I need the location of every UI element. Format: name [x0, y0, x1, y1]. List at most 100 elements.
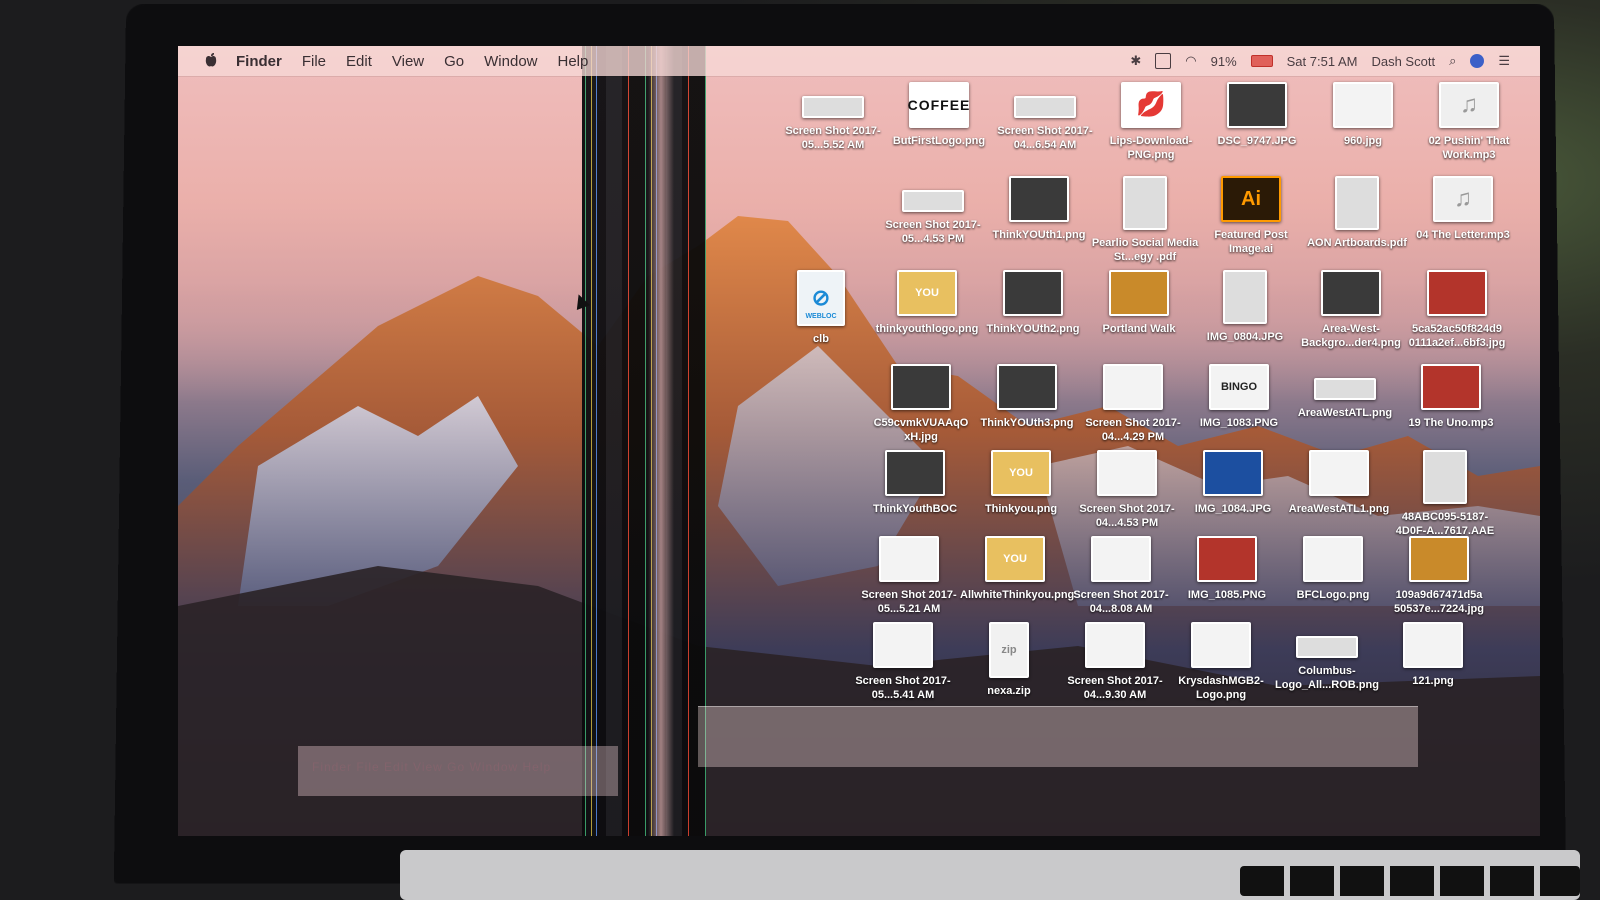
desktop-icon-label: Screen Shot 2017-05...5.21 AM: [861, 589, 957, 615]
desktop-icon-label: ButFirstLogo.png: [892, 135, 986, 147]
desktop-icon[interactable]: ThinkYouthBOC: [860, 450, 970, 516]
desktop-icon[interactable]: IMG_1085.PNG: [1172, 536, 1282, 602]
menu-edit[interactable]: Edit: [346, 53, 372, 70]
desktop-icon[interactable]: 960.jpg: [1308, 82, 1418, 148]
desktop-icon[interactable]: DSC_9747.JPG: [1202, 82, 1312, 148]
desktop-icon-label: ThinkYouthBOC: [872, 503, 958, 515]
image-thumbnail-icon: YOU: [985, 536, 1045, 582]
audio-file-icon: ♫: [1433, 176, 1493, 222]
desktop-icon-label: 04 The Letter.mp3: [1416, 229, 1510, 241]
user-name[interactable]: Dash Scott: [1371, 54, 1435, 69]
desktop-icon[interactable]: C59cvmkVUAAqO xH.jpg: [866, 364, 976, 444]
airplay-icon[interactable]: [1155, 53, 1172, 69]
image-thumbnail-icon: [1103, 364, 1163, 410]
desktop-icon-label: 109a9d67471d5a 50537e...7224.jpg: [1394, 589, 1484, 615]
icon-glyph: COFFEE: [907, 97, 971, 113]
screen: Finder File Edit View Go Window Help ✱ ◠…: [178, 46, 1540, 836]
desktop-icon[interactable]: Screen Shot 2017-05...5.21 AM: [854, 536, 964, 616]
desktop-icon-label: Thinkyou.png: [984, 503, 1058, 515]
image-thumbnail-icon: [1403, 622, 1463, 668]
desktop-icon-label: 48ABC095-5187-4D0F-A...7617.AAE: [1395, 511, 1495, 537]
image-thumbnail-icon: [873, 622, 933, 668]
desktop-icon[interactable]: zip nexa.zip: [954, 622, 1064, 698]
desktop-icon[interactable]: 5ca52ac50f824d9 0111a2ef...6bf3.jpg: [1402, 270, 1512, 350]
desktop-icon[interactable]: ♫ 04 The Letter.mp3: [1408, 176, 1518, 242]
desktop-icon[interactable]: BINGO IMG_1083.PNG: [1184, 364, 1294, 430]
image-thumbnail-icon: [1421, 364, 1481, 410]
desktop-icon[interactable]: AON Artboards.pdf: [1302, 176, 1412, 250]
desktop-icon-label: Screen Shot 2017-05...4.53 PM: [885, 219, 981, 245]
desktop-icon[interactable]: IMG_0804.JPG: [1190, 270, 1300, 344]
menu-finder[interactable]: Finder: [236, 53, 282, 70]
desktop-icon[interactable]: ♫ 02 Pushin' That Work.mp3: [1414, 82, 1524, 162]
desktop-icon[interactable]: ThinkYOUth1.png: [984, 176, 1094, 242]
desktop-icon[interactable]: Screen Shot 2017-05...5.41 AM: [848, 622, 958, 702]
desktop-icon[interactable]: 48ABC095-5187-4D0F-A...7617.AAE: [1390, 450, 1500, 538]
desktop-icon[interactable]: Pearlio Social Media St...egy .pdf: [1090, 176, 1200, 264]
desktop-icon[interactable]: ⊘ WEBLOC clb: [766, 270, 876, 346]
desktop-icon-label: ThinkYOUth1.png: [992, 229, 1086, 241]
menu-go[interactable]: Go: [444, 53, 464, 70]
clock[interactable]: Sat 7:51 AM: [1287, 54, 1358, 69]
desktop-icon[interactable]: ThinkYOUth3.png: [972, 364, 1082, 430]
ghost-menubar-reflection: Finder File Edit View Go Window Help: [298, 746, 618, 796]
dock-ghost-image: [698, 706, 1418, 767]
desktop-icon[interactable]: Screen Shot 2017-04...8.08 AM: [1066, 536, 1176, 616]
battery-percent: 91%: [1210, 53, 1237, 69]
image-thumbnail-icon: [879, 536, 939, 582]
menu-window[interactable]: Window: [484, 53, 537, 70]
desktop-icon[interactable]: KrysdashMGB2-Logo.png: [1166, 622, 1276, 702]
notification-center-icon[interactable]: ☰: [1498, 53, 1510, 69]
image-thumbnail-icon: [997, 364, 1057, 410]
menu-help[interactable]: Help: [558, 53, 589, 70]
desktop-icon[interactable]: Portland Walk: [1084, 270, 1194, 336]
siri-icon[interactable]: [1470, 54, 1485, 68]
image-thumbnail-icon: [885, 450, 945, 496]
battery-icon[interactable]: [1250, 55, 1273, 67]
desktop-icon-label: Columbus-Logo_All...ROB.png: [1275, 665, 1379, 691]
document-file-icon: [1423, 450, 1467, 504]
icon-glyph: YOU: [1009, 467, 1033, 479]
desktop-icon[interactable]: YOU AllwhiteThinkyou.png: [960, 536, 1075, 602]
desktop-icon[interactable]: Screen Shot 2017-05...5.52 AM: [778, 82, 888, 152]
desktop-icon[interactable]: Area-West-Backgro...der4.png: [1296, 270, 1406, 350]
desktop-icon-label: Pearlio Social Media St...egy .pdf: [1091, 237, 1199, 263]
webloc-badge: WEBLOC: [805, 313, 837, 320]
desktop-icon[interactable]: AreaWestATL.png: [1290, 364, 1400, 420]
illustrator-file-icon: Ai: [1221, 176, 1281, 222]
audio-file-icon: ♫: [1439, 82, 1499, 128]
desktop-icon[interactable]: Screen Shot 2017-04...4.53 PM: [1072, 450, 1182, 530]
desktop-icon[interactable]: Columbus-Logo_All...ROB.png: [1272, 622, 1382, 692]
wifi-icon[interactable]: ◠: [1185, 53, 1196, 69]
image-thumbnail-icon: YOU: [897, 270, 957, 316]
desktop-icon[interactable]: ThinkYOUth2.png: [978, 270, 1088, 336]
desktop-icon[interactable]: IMG_1084.JPG: [1178, 450, 1288, 516]
desktop-icon[interactable]: YOU thinkyouthlogo.png: [872, 270, 982, 336]
desktop-icon[interactable]: Screen Shot 2017-04...4.29 PM: [1078, 364, 1188, 444]
image-thumbnail-icon: YOU: [991, 450, 1051, 496]
desktop-icon-label: AreaWestATL1.png: [1288, 503, 1390, 515]
document-file-icon: [1223, 270, 1267, 324]
desktop-icon[interactable]: 💋 Lips-Download-PNG.png: [1096, 82, 1206, 162]
document-file-icon: [1123, 176, 1167, 230]
apple-menu-icon[interactable]: [204, 53, 218, 69]
spotlight-search-icon[interactable]: ⌕: [1449, 53, 1456, 69]
image-thumbnail-icon: [1296, 636, 1358, 658]
bluetooth-icon[interactable]: ✱: [1130, 53, 1141, 69]
menu-file[interactable]: File: [302, 53, 326, 70]
menu-view[interactable]: View: [392, 53, 424, 70]
desktop-icon[interactable]: 19 The Uno.mp3: [1396, 364, 1506, 430]
desktop-icon[interactable]: 121.png: [1378, 622, 1488, 688]
desktop-icon-label: AllwhiteThinkyou.png: [960, 589, 1075, 601]
desktop-icon[interactable]: Ai Featured Post Image.ai: [1196, 176, 1306, 256]
desktop-icon[interactable]: Screen Shot 2017-04...9.30 AM: [1060, 622, 1170, 702]
desktop-icon[interactable]: Screen Shot 2017-04...6.54 AM: [990, 82, 1100, 152]
desktop-icon-label: Screen Shot 2017-04...8.08 AM: [1073, 589, 1169, 615]
desktop-icon[interactable]: YOU Thinkyou.png: [966, 450, 1076, 516]
icon-glyph: Ai: [1241, 188, 1261, 210]
desktop-icon[interactable]: Screen Shot 2017-05...4.53 PM: [878, 176, 988, 246]
desktop-icon[interactable]: COFFEE ButFirstLogo.png: [884, 82, 994, 148]
desktop-icon[interactable]: 109a9d67471d5a 50537e...7224.jpg: [1384, 536, 1494, 616]
desktop-icon[interactable]: BFCLogo.png: [1278, 536, 1388, 602]
desktop-icon[interactable]: AreaWestATL1.png: [1284, 450, 1394, 516]
